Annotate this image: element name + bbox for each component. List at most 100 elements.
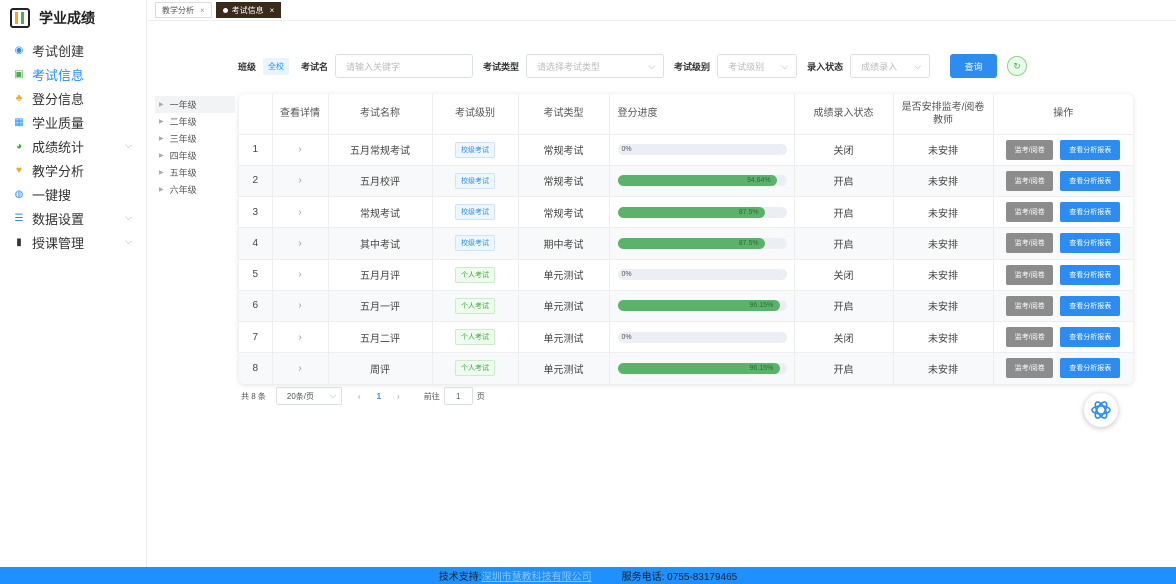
view-detail-cell[interactable]: ›	[272, 196, 329, 229]
class-chip[interactable]: 全校	[263, 57, 290, 75]
chevron-right-icon[interactable]: ›	[298, 238, 301, 249]
actions-cell: 监考/阅卷 查看分析报表	[993, 165, 1133, 198]
tab-1[interactable]: 考试信息 ×	[215, 2, 282, 18]
grade-tree-item[interactable]: ▶ 四年级	[155, 147, 235, 164]
chevron-right-icon[interactable]: ›	[298, 363, 301, 374]
view-report-button[interactable]: 查看分析报表	[1060, 295, 1121, 316]
arranged-status: 未安排	[893, 321, 994, 354]
grade-tree-item[interactable]: ▶ 六年级	[155, 181, 235, 198]
exam-name-input[interactable]: 请输入关键字	[335, 54, 474, 78]
entry-status: 关闭	[794, 321, 894, 354]
chevron-right-icon[interactable]: ›	[298, 269, 301, 280]
sidebar-item-2[interactable]: ♣ 登分信息	[0, 86, 146, 110]
table-row: 3 › 常规考试 校级考试 常规考试 87.5% 开启 未安排 监考/阅卷 查看分析报表	[239, 196, 1133, 229]
sliders-icon: ☰	[14, 212, 24, 224]
chevron-down-icon: ⌵	[781, 61, 789, 71]
sidebar-item-0[interactable]: ◉ 考试创建	[0, 38, 146, 62]
sidebar-item-1[interactable]: ▣ 考试信息	[0, 62, 146, 86]
progress-cell: 96.15%	[609, 352, 795, 384]
chevron-right-icon[interactable]: ›	[298, 144, 301, 155]
caret-right-icon: ▶	[159, 170, 164, 176]
app-root: 学业成绩 ◉ 考试创建 ▣ 考试信息 ♣ 登分信息 ▦ 学业质量 ◕ 成绩统计 ⌵ ♥ 教学分析 ◍ 一键搜…	[0, 0, 1176, 584]
arranged-status: 未安排	[893, 352, 994, 384]
sidebar-item-7[interactable]: ☰ 数据设置 ⌵	[0, 206, 146, 230]
chevron-right-icon[interactable]: ›	[298, 300, 301, 311]
progress-cell: 87.5%	[609, 196, 795, 229]
progress-label: 0%	[621, 271, 632, 279]
view-detail-cell[interactable]: ›	[272, 165, 329, 198]
view-report-button[interactable]: 查看分析报表	[1060, 264, 1121, 285]
actions-cell: 监考/阅卷 查看分析报表	[993, 352, 1133, 384]
actions-group: 监考/阅卷 查看分析报表	[994, 139, 1134, 160]
chevron-right-icon[interactable]: ›	[298, 207, 301, 218]
progress-bar: 87.5%	[617, 206, 787, 218]
grade-tree-item[interactable]: ▶ 二年级	[155, 113, 235, 130]
view-detail-cell[interactable]: ›	[272, 259, 329, 291]
exam-table-card: 查看详情 考试名称 考试级别 考试类型 登分进度 成绩录入状态 是否安排监考/阅…	[239, 94, 1133, 384]
grade-tree-item[interactable]: ▶ 三年级	[155, 130, 235, 147]
app-logo-icon	[10, 8, 30, 28]
view-report-button[interactable]: 查看分析报表	[1060, 358, 1121, 379]
view-report-button[interactable]: 查看分析报表	[1060, 327, 1121, 348]
exam-type: 常规考试	[518, 165, 610, 198]
view-detail-cell[interactable]: ›	[272, 352, 329, 384]
grade-tree-item[interactable]: ▶ 五年级	[155, 164, 235, 181]
view-report-button[interactable]: 查看分析报表	[1060, 139, 1121, 160]
page-size-select[interactable]: 20条/页 ⌵	[275, 387, 342, 405]
actions-group: 监考/阅卷 查看分析报表	[994, 295, 1134, 316]
view-detail-cell[interactable]: ›	[272, 227, 329, 260]
table-row: 2 › 五月校评 校级考试 常规考试 94.64% 开启 未安排 监考/阅卷 查看分析报表	[239, 165, 1133, 198]
actions-cell: 监考/阅卷 查看分析报表	[993, 134, 1134, 166]
chevron-right-icon[interactable]: ›	[298, 175, 301, 186]
entry-status-label: 录入状态	[807, 61, 844, 72]
view-report-button[interactable]: 查看分析报表	[1060, 202, 1121, 223]
view-detail-cell[interactable]: ›	[272, 290, 329, 323]
progress-label: 94.64%	[746, 177, 771, 185]
assistant-button[interactable]	[1084, 393, 1118, 427]
next-page-icon[interactable]: ›	[397, 392, 400, 401]
view-detail-cell[interactable]: ›	[272, 321, 329, 354]
sidebar-item-5[interactable]: ♥ 教学分析	[0, 158, 146, 182]
view-report-button[interactable]: 查看分析报表	[1060, 170, 1121, 191]
col-header-name: 考试名称	[328, 94, 433, 135]
invigilate-button[interactable]: 监考/阅卷	[1006, 295, 1054, 316]
sidebar-item-label: 学业质量	[32, 115, 85, 131]
exam-level-tag: 个人考试	[455, 266, 495, 283]
chevron-right-icon[interactable]: ›	[298, 332, 301, 343]
close-icon[interactable]: ×	[200, 6, 205, 15]
invigilate-button[interactable]: 监考/阅卷	[1006, 202, 1054, 223]
view-report-button[interactable]: 查看分析报表	[1060, 233, 1121, 254]
sidebar-item-6[interactable]: ◍ 一键搜	[0, 182, 146, 206]
arranged-status: 未安排	[893, 259, 994, 291]
view-detail-cell[interactable]: ›	[272, 134, 329, 166]
refresh-icon[interactable]: ↻	[1007, 56, 1028, 76]
query-button[interactable]: 查询	[950, 54, 998, 78]
sidebar-item-label: 成绩统计	[32, 139, 85, 155]
exam-type-select[interactable]: 请选择考试类型 ⌵	[526, 54, 665, 78]
entry-status-select[interactable]: 成绩录入 ⌵	[850, 54, 931, 78]
goto-page-input[interactable]: 1	[443, 387, 473, 405]
progress-cell: 0%	[609, 259, 795, 291]
sidebar-item-4[interactable]: ◕ 成绩统计 ⌵	[0, 134, 146, 158]
prev-page-icon[interactable]: ‹	[358, 392, 361, 401]
grade-tree-item[interactable]: ▶ 一年级	[155, 96, 235, 113]
close-icon[interactable]: ×	[270, 6, 275, 15]
caret-right-icon: ▶	[159, 153, 164, 159]
grade-label: 五年级	[169, 168, 197, 178]
exam-level-select[interactable]: 考试级别 ⌵	[717, 54, 798, 78]
tab-0[interactable]: 教学分析 ×	[155, 2, 212, 18]
invigilate-button[interactable]: 监考/阅卷	[1006, 264, 1054, 285]
invigilate-button[interactable]: 监考/阅卷	[1006, 139, 1054, 160]
sidebar-item-8[interactable]: ▮ 授课管理 ⌵	[0, 230, 146, 254]
current-page[interactable]: 1	[377, 392, 381, 401]
company-link[interactable]: 深圳市慧教科技有限公司	[482, 568, 592, 583]
invigilate-button[interactable]: 监考/阅卷	[1006, 233, 1054, 254]
sidebar-item-3[interactable]: ▦ 学业质量	[0, 110, 146, 134]
invigilate-button[interactable]: 监考/阅卷	[1006, 327, 1054, 348]
invigilate-button[interactable]: 监考/阅卷	[1006, 358, 1054, 379]
exam-type-placeholder: 请选择考试类型	[537, 61, 601, 72]
table-row: 5 › 五月月评 个人考试 单元测试 0% 关闭 未安排 监考/阅卷 查看分析报表	[239, 259, 1133, 291]
exam-level-cell: 个人考试	[432, 290, 519, 323]
active-dot-icon	[222, 7, 228, 13]
invigilate-button[interactable]: 监考/阅卷	[1006, 170, 1054, 191]
